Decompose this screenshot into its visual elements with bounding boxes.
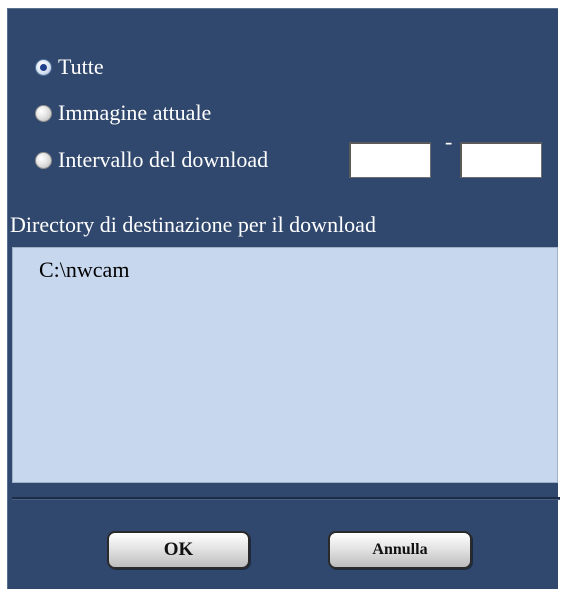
destination-directory-box[interactable]: C:\nwcam	[12, 247, 558, 483]
download-dialog: Tutte Immagine attuale Intervallo del do…	[7, 8, 560, 589]
ok-button[interactable]: OK	[107, 531, 250, 569]
range-separator: -	[445, 129, 453, 154]
range-to-input[interactable]	[460, 142, 542, 178]
option-range-row[interactable]: Intervallo del download	[35, 148, 268, 172]
option-range-label: Intervallo del download	[58, 147, 269, 172]
option-all-label: Tutte	[58, 54, 104, 79]
option-current-image-row[interactable]: Immagine attuale	[35, 101, 211, 125]
option-current-image-label: Immagine attuale	[58, 100, 212, 125]
cancel-button[interactable]: Annulla	[328, 531, 472, 569]
option-all-row[interactable]: Tutte	[35, 55, 104, 79]
radio-all[interactable]	[35, 58, 52, 76]
destination-directory-path: C:\nwcam	[39, 257, 130, 282]
radio-range[interactable]	[35, 151, 52, 169]
radio-current-image[interactable]	[35, 104, 52, 122]
button-separator	[12, 497, 560, 500]
range-from-input[interactable]	[349, 142, 431, 178]
destination-directory-label: Directory di destinazione per il downloa…	[10, 212, 376, 237]
